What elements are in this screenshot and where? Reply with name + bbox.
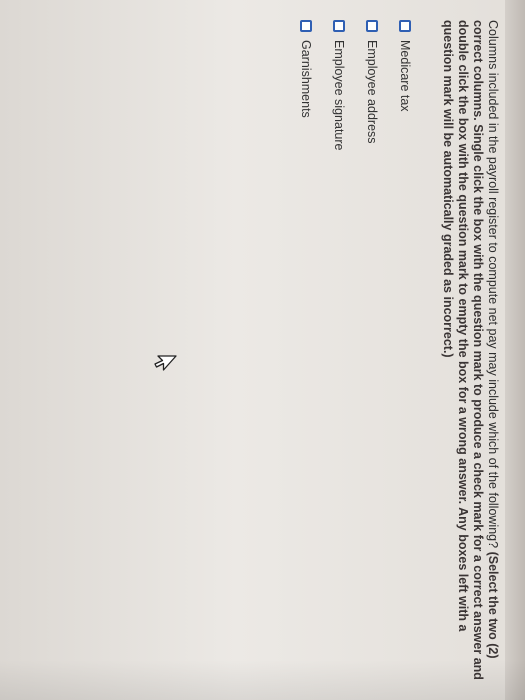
checkbox[interactable] <box>366 20 379 32</box>
answer-options: Medicare tax Employee address Employee s… <box>290 20 422 680</box>
option-employee-address[interactable]: Employee address <box>356 20 389 680</box>
checkbox[interactable] <box>333 20 346 32</box>
option-medicare-tax[interactable]: Medicare tax <box>389 20 422 680</box>
checkbox[interactable] <box>300 20 313 32</box>
question-panel: Columns included in the payroll register… <box>290 20 500 680</box>
option-employee-signature[interactable]: Employee signature <box>323 20 356 680</box>
question-text-block: Columns included in the payroll register… <box>440 20 500 680</box>
option-label: Employee address <box>365 40 380 144</box>
quiz-screen: Columns included in the payroll register… <box>12 10 512 690</box>
option-garnishments[interactable]: Garnishments <box>290 20 323 680</box>
option-label: Medicare tax <box>398 40 413 112</box>
checkbox[interactable] <box>399 20 412 32</box>
mouse-pointer-icon <box>148 355 177 373</box>
option-label: Employee signature <box>332 40 347 151</box>
option-label: Garnishments <box>299 40 314 118</box>
question-prompt: Columns included in the payroll register… <box>486 20 500 549</box>
